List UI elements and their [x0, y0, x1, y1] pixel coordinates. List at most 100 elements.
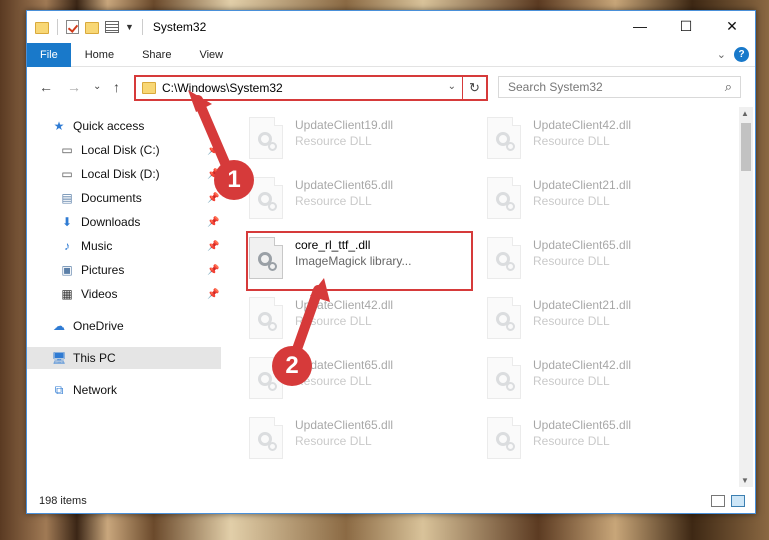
file-item[interactable]: UpdateClient21.dll Resource DLL [487, 177, 717, 227]
file-item[interactable]: UpdateClient42.dll Resource DLL [487, 117, 717, 167]
network-icon: ⧉ [54, 382, 64, 397]
close-button[interactable]: ✕ [709, 11, 755, 41]
sidebar-item-network[interactable]: ⧉ Network [51, 379, 117, 401]
file-item[interactable]: UpdateClient65.dll Resource DLL [487, 237, 717, 287]
quick-access-toolbar: ▼ [27, 19, 145, 35]
scroll-down-arrow-icon[interactable]: ▼ [741, 476, 749, 485]
sidebar-item-downloads[interactable]: ⬇ Downloads [59, 211, 140, 233]
window-title: System32 [152, 20, 207, 34]
sidebar-item-documents[interactable]: ▤ Documents [59, 187, 141, 209]
dll-file-icon [249, 417, 283, 459]
dll-file-icon [487, 177, 521, 219]
pin-icon[interactable]: 📌 [207, 217, 219, 228]
file-name: UpdateClient42.dll [533, 358, 632, 372]
minimize-button[interactable]: — [617, 11, 663, 41]
file-item[interactable]: UpdateClient65.dll Resource DLL [487, 417, 717, 467]
status-bar: 198 items [27, 489, 755, 513]
file-description: Resource DLL [295, 194, 372, 208]
file-item[interactable]: UpdateClient65.dll Resource DLL [249, 177, 479, 227]
documents-icon: ▤ [61, 191, 73, 205]
sidebar-item-label: OneDrive [73, 319, 124, 333]
dll-file-icon [249, 117, 283, 159]
window-controls: — ☐ ✕ [617, 11, 755, 41]
search-placeholder[interactable]: Search System32 [508, 80, 603, 94]
address-path[interactable]: C:\Windows\System32 [162, 81, 283, 95]
tab-share[interactable]: Share [128, 43, 185, 67]
sidebar-item-label: This PC [73, 351, 116, 365]
file-description: Resource DLL [295, 434, 372, 448]
sidebar-item-label: Music [81, 239, 113, 253]
properties-check-icon[interactable] [66, 20, 79, 34]
file-name: UpdateClient42.dll [295, 298, 394, 312]
sidebar-item-onedrive[interactable]: ☁ OneDrive [51, 315, 124, 337]
step-1-badge: 1 [214, 160, 254, 200]
dll-file-icon [249, 297, 283, 339]
file-name: UpdateClient19.dll [295, 118, 394, 132]
file-item[interactable]: UpdateClient21.dll Resource DLL [487, 297, 717, 347]
pin-icon[interactable]: 📌 [207, 289, 219, 300]
tab-view[interactable]: View [185, 43, 237, 67]
separator [141, 19, 143, 35]
pin-icon[interactable]: 📌 [207, 265, 219, 276]
ribbon-tabs: File Home Share View ⌄ ? [27, 42, 755, 67]
item-count: 198 items [39, 495, 87, 507]
file-description: Resource DLL [533, 314, 610, 328]
file-description: Resource DLL [533, 434, 610, 448]
sidebar-item-quick-access[interactable]: ★ Quick access [51, 115, 145, 137]
sidebar-item-label: Pictures [81, 263, 125, 277]
sidebar-item-local-disk-c[interactable]: ▭ Local Disk (C:) [59, 139, 160, 161]
new-folder-icon[interactable] [85, 22, 99, 34]
file-description: Resource DLL [533, 134, 610, 148]
file-item[interactable]: UpdateClient65.dll Resource DLL [249, 417, 479, 467]
tab-file[interactable]: File [27, 42, 71, 67]
sidebar-item-label: Local Disk (D:) [81, 167, 160, 181]
up-button[interactable]: ↑ [113, 79, 120, 95]
tiles-view-icon[interactable] [731, 495, 745, 507]
search-box[interactable]: Search System32 ⌕ [498, 76, 741, 98]
pin-icon[interactable]: 📌 [207, 193, 219, 204]
sidebar-item-label: Local Disk (C:) [81, 143, 160, 157]
sidebar-item-label: Videos [81, 287, 118, 301]
file-item[interactable]: UpdateClient42.dll Resource DLL [487, 357, 717, 407]
file-description: Resource DLL [295, 374, 372, 388]
view-switcher [711, 495, 745, 507]
separator [57, 19, 58, 35]
help-icon[interactable]: ? [734, 47, 749, 62]
sidebar-item-music[interactable]: ♪ Music [59, 235, 112, 257]
maximize-button[interactable]: ☐ [663, 11, 709, 41]
file-explorer-window: ▼ System32 — ☐ ✕ File Home Share View ⌄ … [26, 10, 756, 514]
pin-icon[interactable]: 📌 [207, 241, 219, 252]
dll-file-icon [487, 117, 521, 159]
folder-icon[interactable] [35, 22, 49, 34]
scroll-up-arrow-icon[interactable]: ▲ [741, 109, 749, 118]
file-highlight-box [246, 231, 473, 291]
forward-button[interactable]: → [67, 79, 81, 95]
scroll-thumb[interactable] [741, 123, 751, 171]
recent-locations-button[interactable]: ⌄ [93, 81, 101, 92]
sidebar-item-label: Network [73, 383, 118, 397]
address-dropdown-icon[interactable]: ⌄ [448, 81, 456, 92]
tab-home[interactable]: Home [71, 43, 128, 67]
sidebar-item-this-pc[interactable]: 🖥 This PC [27, 347, 221, 369]
properties-icon[interactable] [105, 21, 119, 33]
sidebar-item-local-disk-d[interactable]: ▭ Local Disk (D:) [59, 163, 160, 185]
customize-toolbar-dropdown-icon[interactable]: ▼ [125, 22, 134, 32]
file-description: Resource DLL [533, 194, 610, 208]
sidebar-item-pictures[interactable]: ▣ Pictures [59, 259, 124, 281]
sidebar-item-videos[interactable]: ▦ Videos [59, 283, 117, 305]
file-name: UpdateClient21.dll [533, 298, 632, 312]
collapse-ribbon-icon[interactable]: ⌄ [717, 48, 726, 61]
dll-file-icon [249, 177, 283, 219]
back-button[interactable]: ← [39, 79, 53, 95]
address-bar[interactable]: C:\Windows\System32 ⌄ ↻ [134, 75, 488, 101]
refresh-button[interactable]: ↻ [462, 77, 486, 99]
file-list: UpdateClient19.dll Resource DLL UpdateCli… [227, 107, 739, 487]
details-view-icon[interactable] [711, 495, 725, 507]
pin-icon[interactable]: 📌 [207, 145, 219, 156]
search-icon[interactable]: ⌕ [725, 79, 732, 95]
file-item[interactable]: UpdateClient19.dll Resource DLL [249, 117, 479, 167]
file-name: UpdateClient65.dll [295, 418, 394, 432]
file-name: UpdateClient65.dll [533, 418, 632, 432]
file-item[interactable]: UpdateClient42.dll Resource DLL [249, 297, 479, 347]
vertical-scrollbar[interactable]: ▲ ▼ [739, 107, 753, 487]
